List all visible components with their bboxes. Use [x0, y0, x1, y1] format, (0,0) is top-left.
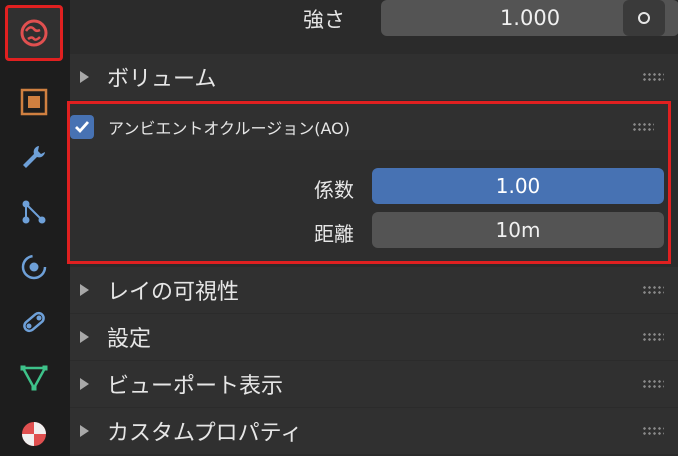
keyframe-button[interactable] — [623, 0, 665, 36]
keyframe-dot-icon — [638, 12, 650, 24]
panel-ao-label: アンビエントオクルージョン(AO) — [108, 119, 350, 138]
drag-grip-icon[interactable] — [632, 122, 654, 132]
strength-label: 強さ — [303, 8, 345, 32]
panel-viewport-display-label: ビューポート表示 — [107, 374, 284, 399]
drag-grip-icon[interactable] — [642, 379, 664, 389]
panel-volume[interactable]: ボリューム — [70, 54, 678, 100]
material-icon — [22, 422, 46, 446]
tab-world[interactable] — [5, 5, 63, 61]
drag-grip-icon[interactable] — [642, 332, 664, 342]
panel-settings[interactable]: 設定 — [70, 314, 678, 360]
blender-properties-editor: 強さ 1.000 ボリューム アンビエントオクルージョン(AO) 係数 1.00… — [0, 0, 678, 456]
tab-modifiers[interactable] — [8, 135, 60, 179]
tab-material[interactable] — [8, 412, 60, 456]
tab-constraints[interactable] — [8, 300, 60, 344]
physics-icon — [21, 254, 47, 280]
wrench-icon — [23, 146, 45, 168]
object-icon — [20, 88, 48, 116]
panel-viewport-display[interactable]: ビューポート表示 — [70, 361, 678, 407]
tab-particles[interactable] — [8, 190, 60, 234]
world-properties-panel: 強さ 1.000 ボリューム アンビエントオクルージョン(AO) 係数 1.00… — [67, 0, 678, 456]
drag-grip-icon[interactable] — [642, 72, 664, 82]
distance-label: 距離 — [314, 222, 354, 246]
distance-field[interactable]: 10m — [372, 212, 664, 248]
expand-triangle-icon — [80, 71, 89, 83]
factor-label: 係数 — [314, 178, 354, 202]
panel-ray-visibility-label: レイの可視性 — [107, 280, 240, 305]
panel-settings-label: 設定 — [107, 327, 152, 352]
drag-grip-icon[interactable] — [642, 426, 664, 436]
tab-object-data[interactable] — [8, 355, 60, 399]
properties-tab-bar — [0, 0, 70, 456]
expand-triangle-icon — [80, 378, 89, 390]
expand-triangle-icon — [80, 331, 89, 343]
expand-triangle-icon — [80, 284, 89, 296]
tab-physics[interactable] — [8, 245, 60, 289]
strength-row: 強さ 1.000 — [70, 0, 678, 42]
panel-ray-visibility[interactable]: レイの可視性 — [70, 267, 678, 313]
tab-object[interactable] — [8, 80, 60, 124]
constraints-icon — [23, 311, 45, 333]
mesh-data-icon — [20, 365, 48, 391]
checkmark-icon — [75, 121, 90, 134]
panel-custom-properties[interactable]: カスタムプロパティ — [70, 408, 678, 454]
panel-ao-header[interactable]: アンビエントオクルージョン(AO) — [70, 104, 668, 150]
panel-ambient-occlusion: アンビエントオクルージョン(AO) 係数 1.00 距離 10m — [67, 101, 671, 264]
ao-enable-checkbox[interactable] — [70, 115, 94, 139]
world-icon — [20, 19, 48, 47]
panel-volume-label: ボリューム — [107, 67, 217, 92]
panel-custom-properties-label: カスタムプロパティ — [107, 421, 303, 446]
particles-icon — [22, 200, 46, 224]
factor-slider[interactable]: 1.00 — [372, 168, 664, 204]
expand-triangle-icon — [80, 425, 89, 437]
drag-grip-icon[interactable] — [642, 285, 664, 295]
